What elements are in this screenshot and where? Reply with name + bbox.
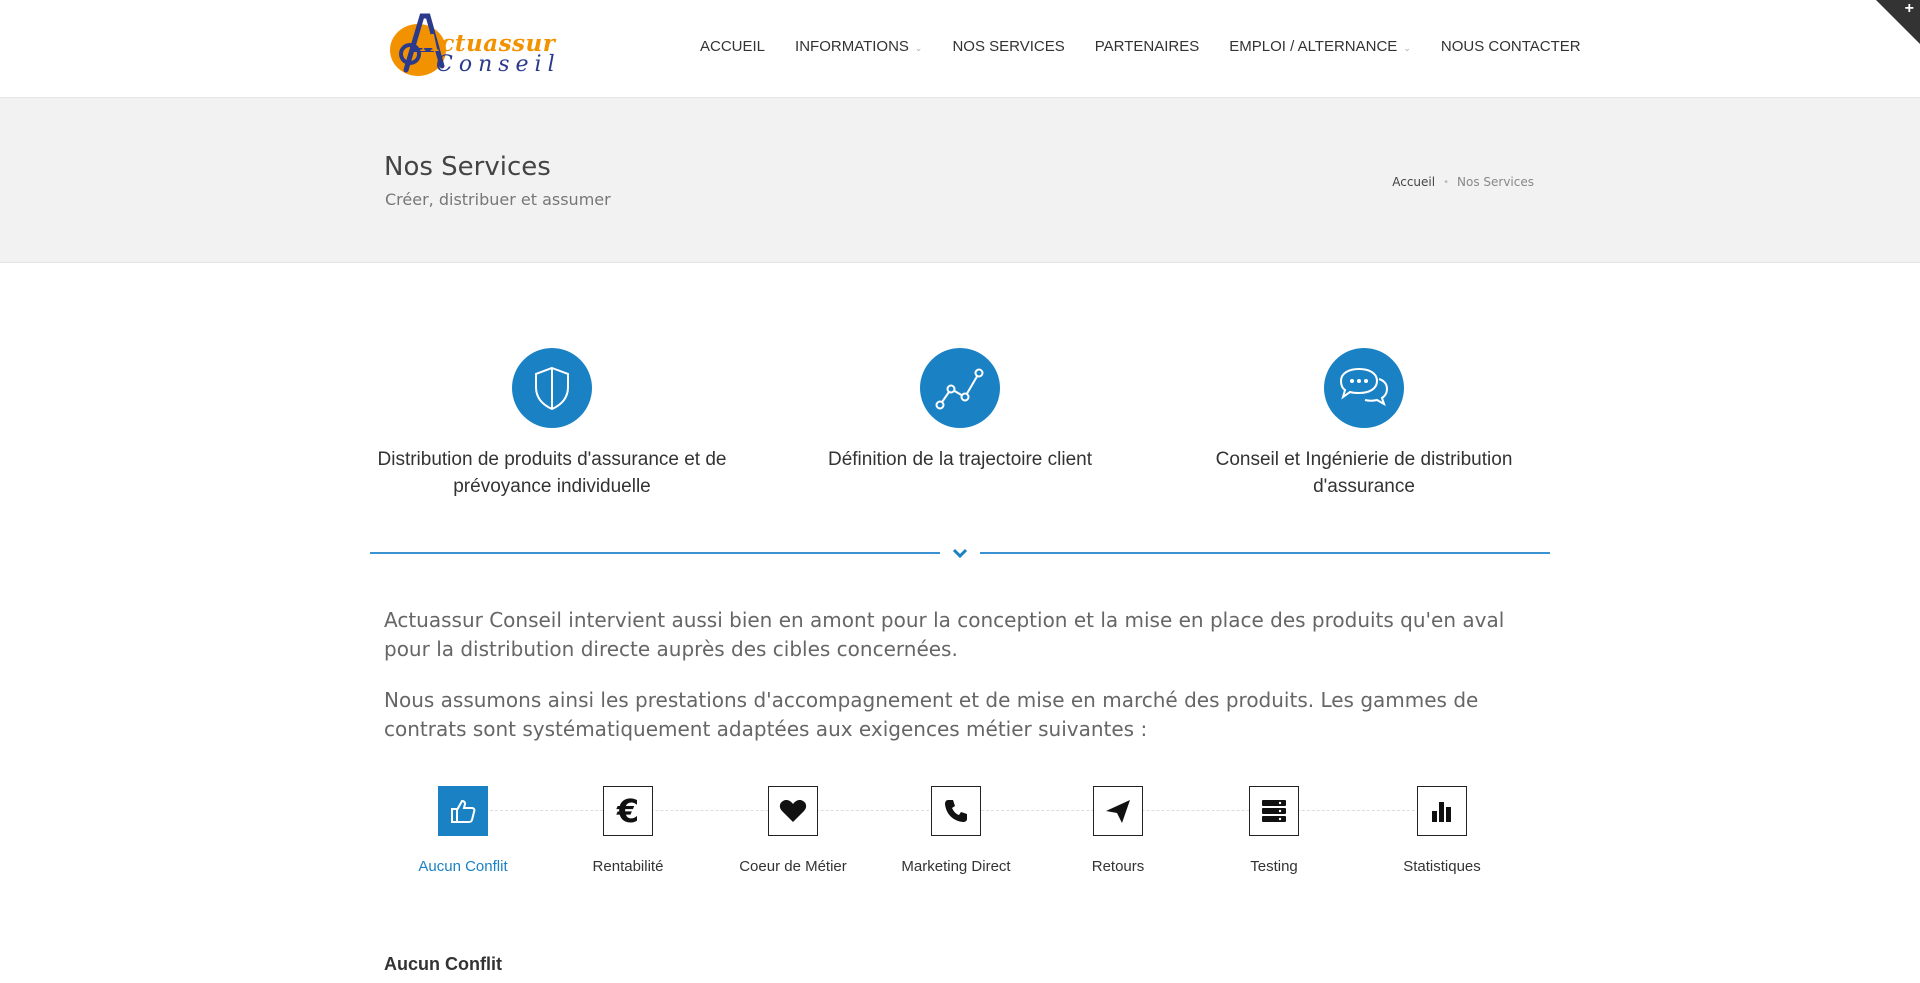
breadcrumb-home-link[interactable]: Accueil — [1392, 175, 1435, 189]
site-header: Actuassur Conseil ACCUEIL INFORMATIONS ⌄ … — [0, 0, 1920, 98]
shield-icon — [535, 366, 569, 411]
heart-icon — [779, 800, 807, 822]
chevron-down-icon: ⌄ — [914, 43, 923, 53]
process-step-aucun-conflit[interactable]: Aucun Conflit — [378, 786, 548, 875]
nav-item-partenaires[interactable]: PARTENAIRES — [1095, 38, 1199, 55]
step-icon-box — [438, 786, 488, 836]
nav-label: NOS SERVICES — [952, 38, 1065, 55]
feature-icon-circle — [512, 348, 592, 428]
nav-label: ACCUEIL — [700, 38, 766, 55]
nav-item-accueil[interactable]: ACCUEIL — [700, 38, 765, 55]
chevron-down-icon: ⌄ — [1403, 43, 1411, 53]
requirements-paragraph: Nous assumons ainsi les prestations d'ac… — [384, 688, 1479, 741]
divider-line-left — [370, 552, 940, 554]
step-label: Aucun Conflit — [418, 858, 508, 875]
main-nav: ACCUEIL INFORMATIONS ⌄ NOS SERVICES PARTE… — [700, 38, 1611, 55]
chat-bubbles-icon — [1339, 367, 1389, 407]
breadcrumb: Accueil • Nos Services — [1392, 175, 1534, 189]
bar-chart-icon — [1432, 802, 1451, 822]
process-step-coeur-de-metier[interactable]: Coeur de Métier — [708, 786, 878, 875]
feature-icon-circle — [1324, 348, 1404, 428]
site-logo[interactable]: Actuassur Conseil — [384, 2, 555, 84]
nav-item-informations[interactable]: INFORMATIONS ⌄ — [795, 38, 922, 55]
step-label: Rentabilité — [592, 858, 664, 875]
step-icon-box — [768, 786, 818, 836]
step-icon-box — [1417, 786, 1467, 836]
intro-paragraph: Actuassur Conseil intervient aussi bien … — [384, 608, 1505, 661]
chevron-down-icon — [952, 548, 968, 559]
line-graph-icon — [935, 368, 984, 410]
feature-title: Distribution de produits d'assurance et … — [377, 449, 727, 497]
nav-item-nos-services[interactable]: NOS SERVICES — [952, 38, 1064, 55]
page-subtitle: Créer, distribuer et assumer — [385, 190, 611, 209]
step-label: Statistiques — [1403, 858, 1481, 875]
nav-label: EMPLOI / ALTERNANCE — [1229, 38, 1398, 55]
step-icon-box — [931, 786, 981, 836]
page-title-bar — [0, 98, 1920, 263]
feature-trajectoire: Définition de la trajectoire client — [760, 348, 1160, 473]
step-icon-box — [1093, 786, 1143, 836]
divider-line-right — [980, 552, 1550, 554]
step-label: Coeur de Métier — [739, 858, 847, 875]
logo-text-conseil: Conseil — [436, 52, 561, 77]
plus-icon[interactable]: + — [1905, 0, 1914, 18]
process-step-rentabilite[interactable]: € Rentabilité — [543, 786, 713, 875]
feature-distribution: Distribution de produits d'assurance et … — [352, 348, 752, 500]
step-icon-box: € — [603, 786, 653, 836]
nav-label: NOUS CONTACTER — [1440, 38, 1581, 55]
step-label: Testing — [1250, 858, 1298, 875]
nav-label: INFORMATIONS — [795, 38, 909, 55]
step-label: Marketing Direct — [901, 858, 1011, 875]
server-icon — [1262, 800, 1286, 822]
process-step-testing[interactable]: Testing — [1189, 786, 1359, 875]
page-title: Nos Services — [384, 152, 551, 182]
process-step-statistiques[interactable]: Statistiques — [1357, 786, 1527, 875]
breadcrumb-separator-icon: • — [1443, 176, 1449, 188]
process-step-retours[interactable]: Retours — [1033, 786, 1203, 875]
nav-item-emploi-alternance[interactable]: EMPLOI / ALTERNANCE ⌄ — [1229, 38, 1411, 55]
feature-icon-circle — [920, 348, 1000, 428]
paper-plane-icon — [1106, 800, 1130, 823]
breadcrumb-current: Nos Services — [1457, 175, 1534, 189]
feature-title: Définition de la trajectoire client — [827, 449, 1093, 470]
step-label: Retours — [1091, 858, 1145, 875]
euro-icon: € — [616, 792, 640, 830]
feature-title: Conseil et Ingénierie de distribution d'… — [1215, 449, 1513, 497]
process-step-marketing-direct[interactable]: Marketing Direct — [871, 786, 1041, 875]
nav-item-nous-contacter[interactable]: NOUS CONTACTER — [1441, 38, 1581, 55]
nav-label: PARTENAIRES — [1094, 38, 1200, 55]
phone-icon — [945, 800, 967, 822]
thumbs-up-icon — [451, 799, 476, 823]
step-icon-box — [1249, 786, 1299, 836]
feature-conseil: Conseil et Ingénierie de distribution d'… — [1164, 348, 1564, 500]
section-heading: Aucun Conflit — [384, 954, 502, 974]
